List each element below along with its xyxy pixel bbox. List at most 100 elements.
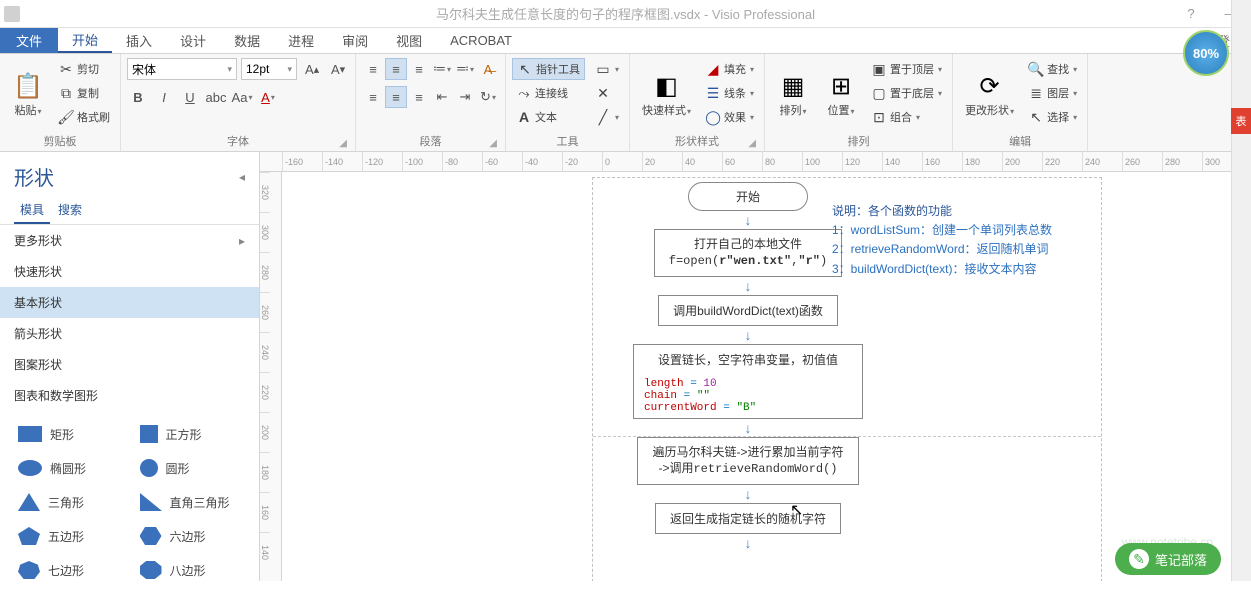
change-shape-button[interactable]: ⟳更改形状▾ — [959, 58, 1020, 131]
text-tool-button[interactable]: A文本 — [512, 106, 585, 128]
align-left-button[interactable]: ≡ — [362, 86, 384, 108]
font-size-combo[interactable]: 12pt▾ — [241, 58, 297, 80]
shrink-font-button[interactable]: A▾ — [327, 58, 349, 80]
shape-hexagon[interactable]: 六边形 — [130, 521, 252, 551]
align-right-button[interactable]: ≡ — [408, 86, 430, 108]
ribbon-group-arrange: ▦排列▾ ⊞位置▾ ▣置于顶层▾ ▢置于底层▾ ⊡组合▾ 排列 — [765, 54, 953, 151]
align-middle-button[interactable]: ≡ — [385, 58, 407, 80]
line-style-button[interactable]: ☰线条▾ — [701, 82, 758, 104]
bold-button[interactable]: B — [127, 86, 149, 108]
line-tool-button[interactable]: ╱▾ — [591, 106, 623, 128]
align-center-button[interactable]: ≡ — [385, 86, 407, 108]
cat-quick-shapes[interactable]: 快速形状 — [0, 256, 259, 287]
rotate-text-button[interactable]: ↻▾ — [477, 86, 499, 108]
ribbon-group-font: 宋体▾ 12pt▾ A▴ A▾ B I U abc Aa▾ A▾ 字体◢ — [121, 54, 356, 151]
cut-button[interactable]: ✂剪切 — [54, 58, 114, 80]
flow-step-loop[interactable]: 遍历马尔科夫链->进行累加当前字符 ->调用retrieveRandomWord… — [637, 437, 858, 486]
font-color-button[interactable]: A▾ — [257, 86, 279, 108]
flow-step-build[interactable]: 调用buildWordDict(text)函数 — [658, 295, 838, 326]
file-tab[interactable]: 文件 — [0, 28, 58, 53]
cat-arrow-shapes[interactable]: 箭头形状 — [0, 318, 259, 349]
align-top-button[interactable]: ≡ — [362, 58, 384, 80]
connector-tool-button[interactable]: ⤳连接线 — [512, 82, 585, 104]
effect-button[interactable]: ◯效果▾ — [701, 106, 758, 128]
tab-view[interactable]: 视图 — [382, 28, 436, 53]
crosshair-icon: ✕ — [595, 85, 611, 101]
position-button[interactable]: ⊞位置▾ — [819, 58, 863, 131]
font-name-combo[interactable]: 宋体▾ — [127, 58, 237, 80]
shape-triangle[interactable]: 三角形 — [8, 487, 130, 517]
format-painter-button[interactable]: 🖌格式刷 — [54, 106, 114, 128]
bullets-button[interactable]: ≔▾ — [431, 58, 453, 80]
canvas[interactable]: 开始 ↓ 打开自己的本地文件 f=open(r"wen.txt","r") ↓ … — [282, 172, 1251, 581]
tab-data[interactable]: 数据 — [220, 28, 274, 53]
tab-design[interactable]: 设计 — [166, 28, 220, 53]
flow-step-return[interactable]: 返回生成指定链长的随机字符 — [655, 503, 841, 534]
flow-start[interactable]: 开始 — [688, 182, 808, 211]
shape-pentagon[interactable]: 五边形 — [8, 521, 130, 551]
collapse-icon[interactable]: ◂ — [239, 170, 245, 184]
clear-format-button[interactable]: A̶ — [477, 58, 499, 80]
help-button[interactable]: ? — [1171, 0, 1211, 28]
tab-review[interactable]: 审阅 — [328, 28, 382, 53]
tab-acrobat[interactable]: ACROBAT — [436, 28, 526, 53]
flow-step-open[interactable]: 打开自己的本地文件 f=open(r"wen.txt","r") — [654, 229, 842, 277]
shapes-panel: 形状 ◂ 模具 搜索 更多形状 ▸ 快速形状 基本形状 箭头形状 图案形状 图表… — [0, 152, 260, 581]
bring-front-button[interactable]: ▣置于顶层▾ — [867, 58, 946, 80]
select-button[interactable]: ↖选择▾ — [1024, 106, 1081, 128]
group-label-clipboard: 剪贴板 — [6, 131, 114, 149]
copy-button[interactable]: ⧉复制 — [54, 82, 114, 104]
grow-font-button[interactable]: A▴ — [301, 58, 323, 80]
case-button[interactable]: Aa▾ — [231, 86, 253, 108]
explanation-note[interactable]: 说明：各个函数的功能 1：wordListSum：创建一个单词列表总数 2：re… — [832, 202, 1052, 279]
tab-process[interactable]: 进程 — [274, 28, 328, 53]
group-button[interactable]: ⊡组合▾ — [867, 106, 946, 128]
italic-button[interactable]: I — [153, 86, 175, 108]
shape-rectangle[interactable]: 矩形 — [8, 419, 130, 449]
cat-basic-shapes[interactable]: 基本形状 — [0, 287, 259, 318]
cat-pattern-shapes[interactable]: 图案形状 — [0, 349, 259, 380]
pointer-tool-button[interactable]: ↖指针工具 — [512, 58, 585, 80]
watermark-badge[interactable]: ✎ 笔记部落 — [1115, 543, 1221, 575]
quick-style-button[interactable]: ◧ 快速样式▾ — [636, 58, 697, 131]
tab-insert[interactable]: 插入 — [112, 28, 166, 53]
ribbon-group-clipboard: 📋 粘贴▾ ✂剪切 ⧉复制 🖌格式刷 剪贴板 — [0, 54, 121, 151]
fill-icon: ◢ — [705, 61, 721, 77]
rect-icon: ▭ — [595, 61, 611, 77]
underline-button[interactable]: U — [179, 86, 201, 108]
find-button[interactable]: 🔍查找▾ — [1024, 58, 1081, 80]
arrange-button[interactable]: ▦排列▾ — [771, 58, 815, 131]
percent-badge: 80% — [1183, 30, 1229, 76]
ribbon-group-edit: ⟳更改形状▾ 🔍查找▾ ≣图层▾ ↖选择▾ 编辑 — [953, 54, 1088, 151]
arrow-icon: ↓ — [745, 213, 752, 227]
rect-tool-button[interactable]: ▭▾ — [591, 58, 623, 80]
paste-button[interactable]: 📋 粘贴▾ — [6, 58, 50, 131]
flow-step-init[interactable]: 设置链长，空字符串变量，初值值 length = 10 chain = "" c… — [633, 344, 863, 419]
send-back-button[interactable]: ▢置于底层▾ — [867, 82, 946, 104]
numbering-button[interactable]: ≕▾ — [454, 58, 476, 80]
cat-more-shapes[interactable]: 更多形状 ▸ — [0, 225, 259, 256]
line-style-icon: ☰ — [705, 85, 721, 101]
side-tag[interactable]: 表 — [1231, 108, 1251, 134]
ribbon-group-paragraph: ≡ ≡ ≡ ≔▾ ≕▾ A̶ ≡ ≡ ≡ ⇤ ⇥ ↻▾ 段落◢ — [356, 54, 506, 151]
canvas-area[interactable]: -160-140-120-100-80-60-40-20020406080100… — [260, 152, 1251, 581]
effect-icon: ◯ — [705, 109, 721, 125]
shape-right-triangle[interactable]: 直角三角形 — [130, 487, 252, 517]
strike-button[interactable]: abc — [205, 86, 227, 108]
fill-button[interactable]: ◢填充▾ — [701, 58, 758, 80]
increase-indent-button[interactable]: ⇥ — [454, 86, 476, 108]
shape-circle[interactable]: 圆形 — [130, 453, 252, 483]
tab-home[interactable]: 开始 — [58, 28, 112, 53]
cat-chart-shapes[interactable]: 图表和数学图形 — [0, 380, 259, 411]
decrease-indent-button[interactable]: ⇤ — [431, 86, 453, 108]
layer-button[interactable]: ≣图层▾ — [1024, 82, 1081, 104]
watermark-icon: ✎ — [1129, 549, 1149, 569]
align-bottom-button[interactable]: ≡ — [408, 58, 430, 80]
shape-square[interactable]: 正方形 — [130, 419, 252, 449]
shape-ellipse[interactable]: 椭圆形 — [8, 453, 130, 483]
crosshair-tool-button[interactable]: ✕ — [591, 82, 623, 104]
shapes-tab-search[interactable]: 搜索 — [52, 197, 88, 224]
paste-icon: 📋 — [12, 71, 44, 103]
shapes-tab-stencil[interactable]: 模具 — [14, 197, 50, 224]
vertical-ruler: 320300280260240220200180160140 — [260, 172, 282, 581]
